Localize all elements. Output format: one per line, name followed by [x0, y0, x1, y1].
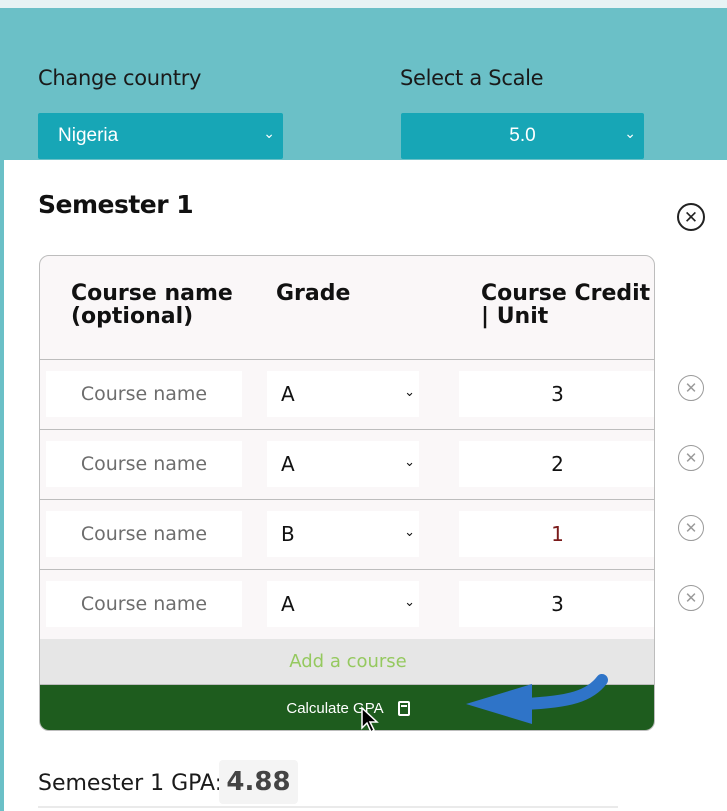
grade-value: A [281, 592, 295, 616]
close-icon: ✕ [684, 449, 698, 467]
semester-title: Semester 1 [38, 190, 194, 219]
grade-value: A [281, 382, 295, 406]
table-row: Course name A ⌄ 3 [40, 570, 654, 639]
table-row: Course name A ⌄ 3 [40, 360, 654, 430]
course-name-input[interactable]: Course name [46, 581, 242, 627]
chevron-down-icon: ⌄ [263, 125, 275, 141]
close-icon: ✕ [684, 519, 698, 537]
scale-label: Select a Scale [400, 66, 544, 90]
remove-row-button[interactable]: ✕ [678, 375, 704, 401]
annotation-arrow-icon [466, 674, 608, 724]
table-header: Course name (optional) Grade Course Cred… [40, 256, 654, 360]
table-row: Course name A ⌄ 2 [40, 430, 654, 500]
header-course: Course name (optional) [71, 281, 233, 329]
remove-row-button[interactable]: ✕ [678, 445, 704, 471]
divider [38, 806, 618, 808]
header-credit: Course Credit | Unit [481, 281, 651, 329]
chevron-down-icon: ⌄ [404, 385, 415, 400]
scale-select[interactable]: 5.0 ⌄ [401, 113, 644, 159]
close-icon: ✕ [683, 207, 699, 227]
remove-row-button[interactable]: ✕ [678, 585, 704, 611]
grade-select[interactable]: B ⌄ [267, 511, 419, 557]
grade-value: A [281, 452, 295, 476]
course-name-input[interactable]: Course name [46, 511, 242, 557]
chevron-down-icon: ⌄ [404, 455, 415, 470]
calculator-icon [397, 701, 410, 716]
remove-row-button[interactable]: ✕ [678, 515, 704, 541]
country-label: Change country [38, 66, 202, 90]
course-name-input[interactable]: Course name [46, 441, 242, 487]
chevron-down-icon: ⌄ [624, 125, 636, 141]
country-select[interactable]: Nigeria ⌄ [38, 113, 283, 159]
gpa-value: 4.88 [219, 760, 298, 804]
table-row: Course name B ⌄ 1 [40, 500, 654, 570]
remove-semester-button[interactable]: ✕ [677, 203, 705, 231]
scale-select-value: 5.0 [509, 125, 536, 146]
grade-select[interactable]: A ⌄ [267, 371, 419, 417]
course-name-input[interactable]: Course name [46, 371, 242, 417]
close-icon: ✕ [684, 379, 698, 397]
country-select-value: Nigeria [58, 125, 119, 146]
grade-select[interactable]: A ⌄ [267, 581, 419, 627]
chevron-down-icon: ⌄ [404, 525, 415, 540]
chevron-down-icon: ⌄ [404, 595, 415, 610]
close-icon: ✕ [684, 589, 698, 607]
credit-input[interactable]: 3 [459, 581, 654, 627]
grade-select[interactable]: A ⌄ [267, 441, 419, 487]
gpa-label: Semester 1 GPA: [38, 771, 223, 796]
grade-value: B [281, 522, 295, 546]
credit-input[interactable]: 1 [459, 511, 654, 557]
course-table: Course name (optional) Grade Course Cred… [39, 255, 655, 731]
mouse-cursor-icon [361, 706, 379, 734]
credit-input[interactable]: 3 [459, 371, 654, 417]
credit-input[interactable]: 2 [459, 441, 654, 487]
header-grade: Grade [276, 281, 351, 306]
